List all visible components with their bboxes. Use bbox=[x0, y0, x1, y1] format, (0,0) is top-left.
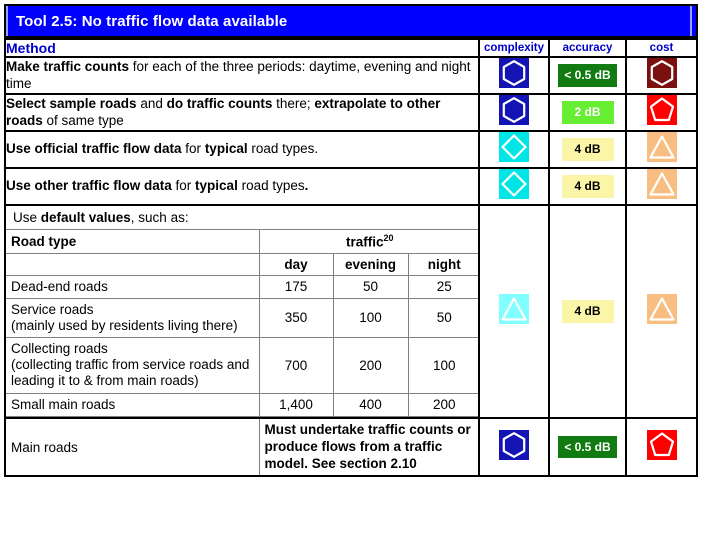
column-header-method: Method bbox=[4, 38, 480, 58]
road-type-traffic-table: Road type traffic20 day evening night De… bbox=[6, 230, 480, 417]
triangle-icon bbox=[646, 169, 677, 199]
complexity-rating bbox=[478, 204, 550, 419]
traffic-evening-value: 400 bbox=[332, 392, 409, 417]
complexity-rating bbox=[478, 167, 550, 206]
title-left-highlight bbox=[6, 6, 8, 36]
diamond-icon bbox=[499, 132, 529, 162]
hexagon-icon bbox=[499, 429, 529, 460]
inner-data-row: Small main roads 1,400 400 200 bbox=[6, 392, 480, 417]
traffic-night-value: 25 bbox=[407, 274, 480, 299]
default-values-intro: Use default values, such as: bbox=[6, 206, 478, 230]
method-description: Use other traffic flow data for typical … bbox=[4, 167, 480, 206]
accuracy-rating: 4 dB bbox=[548, 130, 627, 169]
traffic-day-value: 175 bbox=[258, 274, 334, 299]
cost-rating bbox=[625, 56, 698, 95]
complexity-rating bbox=[478, 416, 550, 478]
inner-header-row: Road type traffic20 bbox=[6, 230, 480, 254]
inner-blank-cell bbox=[6, 252, 260, 276]
road-type-name: Collecting roads (collecting traffic from… bbox=[6, 337, 260, 394]
inner-period-row: day evening night bbox=[6, 252, 480, 276]
table-row: Use other traffic flow data for typical … bbox=[4, 167, 698, 206]
inner-header-road-type: Road type bbox=[6, 230, 260, 254]
accuracy-badge: 4 dB bbox=[561, 175, 614, 198]
column-header-accuracy: accuracy bbox=[548, 38, 627, 58]
road-type-name: Dead-end roads bbox=[6, 274, 260, 299]
accuracy-rating: < 0.5 dB bbox=[548, 56, 627, 95]
cost-rating bbox=[625, 167, 698, 206]
tool-title-bar: Tool 2.5: No traffic flow data available bbox=[4, 4, 698, 38]
cost-rating bbox=[625, 130, 698, 169]
traffic-day-value: 1,400 bbox=[258, 392, 334, 417]
accuracy-rating: 2 dB bbox=[548, 93, 627, 132]
method-description: Use official traffic flow data for typic… bbox=[4, 130, 480, 169]
complexity-rating bbox=[478, 93, 550, 132]
triangle-icon bbox=[646, 132, 677, 162]
column-header-complexity: complexity bbox=[478, 38, 550, 58]
hexagon-icon bbox=[499, 95, 529, 125]
cost-rating bbox=[625, 416, 698, 478]
inner-header-traffic: traffic20 bbox=[258, 230, 480, 254]
main-roads-label: Main roads bbox=[11, 439, 78, 455]
inner-data-row: Dead-end roads 175 50 25 bbox=[6, 274, 480, 299]
traffic-evening-value: 100 bbox=[332, 297, 409, 339]
hexagon-icon bbox=[646, 58, 677, 88]
default-values-cell: Use default values, such as: Road type t… bbox=[4, 204, 480, 419]
table-row: Use official traffic flow data for typic… bbox=[4, 130, 698, 169]
road-type-name: Service roads (mainly used by residents l… bbox=[6, 297, 260, 339]
main-roads-note: Must undertake traffic counts or produce… bbox=[258, 418, 480, 476]
triangle-icon bbox=[646, 293, 677, 324]
method-description: Make traffic counts for each of the thre… bbox=[4, 56, 480, 95]
main-roads-row: Main roads Must undertake traffic counts… bbox=[4, 416, 698, 478]
page-title: Tool 2.5: No traffic flow data available bbox=[16, 12, 288, 30]
traffic-night-value: 100 bbox=[407, 337, 480, 394]
main-roads-inner-table: Main roads Must undertake traffic counts… bbox=[6, 418, 480, 476]
inner-data-row: Collecting roads (collecting traffic from… bbox=[6, 337, 480, 394]
pentagon-icon bbox=[646, 429, 677, 460]
title-right-highlight bbox=[690, 6, 692, 36]
accuracy-badge: 4 dB bbox=[561, 138, 614, 161]
methods-table: Method complexity accuracy cost Make tra… bbox=[4, 38, 698, 478]
cost-rating bbox=[625, 93, 698, 132]
traffic-footnote-marker: 20 bbox=[383, 233, 394, 243]
traffic-evening-value: 50 bbox=[332, 274, 409, 299]
period-header-evening: evening bbox=[332, 252, 409, 276]
accuracy-badge: 2 dB bbox=[561, 101, 614, 124]
accuracy-rating: 4 dB bbox=[548, 204, 627, 419]
tool-card: Tool 2.5: No traffic flow data available… bbox=[0, 0, 702, 559]
road-type-name: Small main roads bbox=[6, 392, 260, 417]
triangle-icon bbox=[499, 293, 529, 324]
accuracy-badge: < 0.5 dB bbox=[558, 64, 617, 87]
pentagon-icon bbox=[646, 95, 677, 125]
complexity-rating bbox=[478, 56, 550, 95]
table-row: Make traffic counts for each of the thre… bbox=[4, 56, 698, 95]
table-header-row: Method complexity accuracy cost bbox=[4, 38, 698, 58]
column-header-cost: cost bbox=[625, 38, 698, 58]
accuracy-badge: 4 dB bbox=[561, 300, 614, 323]
period-header-day: day bbox=[258, 252, 334, 276]
accuracy-badge: < 0.5 dB bbox=[558, 435, 617, 459]
traffic-evening-value: 200 bbox=[332, 337, 409, 394]
traffic-day-value: 350 bbox=[258, 297, 334, 339]
method-description: Select sample roads and do traffic count… bbox=[4, 93, 480, 132]
main-roads-cell: Main roads Must undertake traffic counts… bbox=[4, 416, 480, 478]
default-values-row: Use default values, such as: Road type t… bbox=[4, 204, 698, 419]
traffic-label: traffic bbox=[345, 234, 384, 250]
complexity-rating bbox=[478, 130, 550, 169]
diamond-icon bbox=[499, 169, 529, 199]
traffic-day-value: 700 bbox=[258, 337, 334, 394]
accuracy-rating: 4 dB bbox=[548, 167, 627, 206]
cost-rating bbox=[625, 204, 698, 419]
traffic-night-value: 50 bbox=[407, 297, 480, 339]
accuracy-rating: < 0.5 dB bbox=[548, 416, 627, 478]
hexagon-icon bbox=[499, 58, 529, 88]
inner-data-row: Service roads (mainly used by residents l… bbox=[6, 297, 480, 339]
traffic-night-value: 200 bbox=[407, 392, 480, 417]
table-row: Select sample roads and do traffic count… bbox=[4, 93, 698, 132]
period-header-night: night bbox=[407, 252, 480, 276]
